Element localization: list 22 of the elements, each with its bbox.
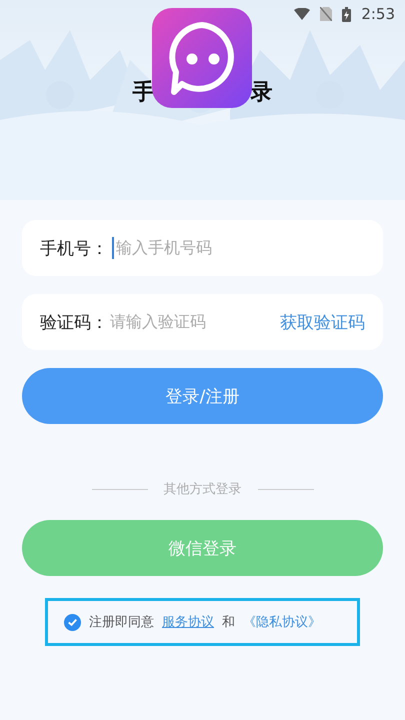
login-button[interactable]: 登录/注册 [22,368,383,424]
wifi-icon [294,8,310,20]
divider-text: 其他方式登录 [164,481,242,498]
chat-bubble-logo-icon [152,8,252,108]
field-placeholder: 输入手机号码 [116,238,213,258]
field-placeholder: 请输入验证码 [110,312,207,332]
input-field[interactable]: 验证码：请输入验证码 获取验证码 [22,294,383,350]
no-sim-icon [320,7,332,21]
field-label: 验证码： [40,312,108,334]
terms-link[interactable]: 服务协议 [162,613,214,631]
privacy-link[interactable]: 《隐私协议》 [243,613,321,631]
agreement-text: 和 [222,614,235,631]
status-time: 2:53 [361,5,395,23]
checkbox[interactable] [64,614,81,630]
page-title: 录 [250,79,272,107]
agreement-text: 注册即同意 [89,614,154,631]
input-field[interactable]: 手机号： 输入手机号码 [22,220,383,276]
get-code-link[interactable]: 获取验证码 [280,310,365,334]
wechat-login-button[interactable]: 微信登录 [22,520,383,576]
page-title: 手 [132,79,154,107]
field-label: 手机号： [40,238,108,260]
battery-charging-icon [342,6,352,22]
